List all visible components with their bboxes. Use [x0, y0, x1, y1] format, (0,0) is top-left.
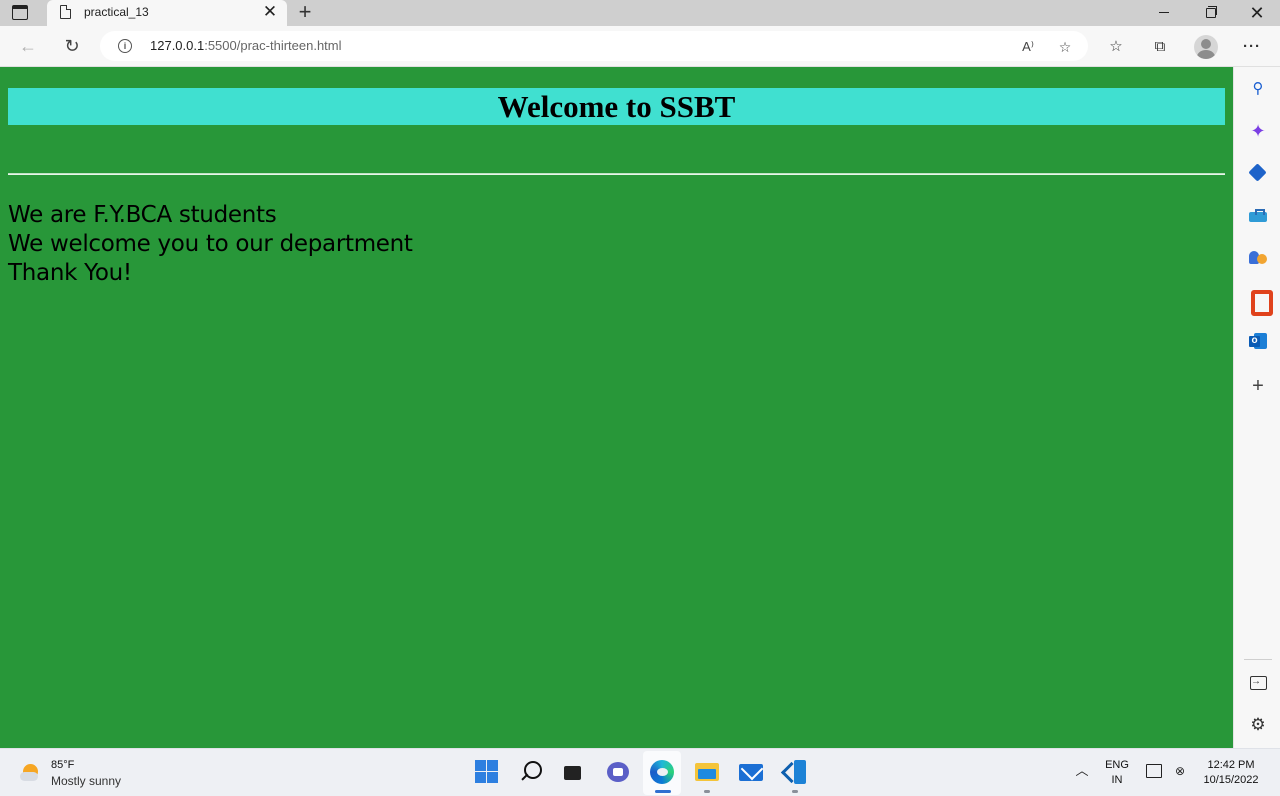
file-explorer-icon[interactable]	[694, 759, 720, 785]
add-icon[interactable]: +	[1248, 376, 1268, 396]
url-host: 127.0.0.1	[150, 38, 205, 53]
sidebar-divider	[1244, 659, 1272, 660]
add-favorite-icon[interactable]: ☆	[1055, 37, 1075, 57]
window-close-button[interactable]: ✕	[1234, 0, 1280, 26]
tab-close-button[interactable]: ✕	[261, 2, 279, 22]
url-path: :5500/prac-thirteen.html	[204, 38, 342, 53]
shopping-tag-icon[interactable]	[1248, 163, 1268, 183]
refresh-icon[interactable]: ↻	[60, 34, 84, 58]
info-icon[interactable]: i	[118, 39, 132, 53]
browser-toolbar: ← ↻ i 127.0.0.1:5500/prac-thirteen.html …	[0, 26, 1280, 67]
url-text[interactable]: 127.0.0.1:5500/prac-thirteen.html	[150, 38, 342, 53]
clock[interactable]: 12:42 PM 10/15/2022	[1196, 758, 1266, 788]
page-heading: Welcome to SSBT	[497, 89, 736, 124]
text-line: We welcome you to our department	[8, 231, 413, 257]
weather-description[interactable]: Mostly sunny	[51, 774, 121, 788]
region-code: IN	[1111, 774, 1123, 786]
vscode-icon[interactable]	[782, 759, 808, 785]
running-indicator	[655, 790, 671, 793]
tab-actions-icon[interactable]	[12, 5, 28, 20]
outlook-icon[interactable]	[1248, 331, 1268, 351]
body-text: We are F.Y.BCA students We welcome you t…	[8, 201, 413, 288]
back-arrow-icon[interactable]: ←	[16, 34, 40, 58]
browser-tab-bar: practical_13 ✕ + ✕	[0, 0, 1280, 26]
favorites-icon[interactable]: ☆	[1105, 36, 1127, 58]
collections-icon[interactable]: ⧉	[1149, 36, 1171, 58]
read-aloud-icon[interactable]: A⁾	[1018, 37, 1038, 57]
language-indicator[interactable]: ENG IN	[1104, 758, 1130, 788]
chevron-up-icon[interactable]: ︿	[1074, 763, 1090, 779]
hide-sidebar-icon[interactable]	[1248, 672, 1268, 693]
task-view-icon[interactable]	[561, 759, 587, 785]
office-icon[interactable]	[1248, 289, 1273, 316]
tab-title: practical_13	[84, 5, 149, 19]
volume-muted-icon[interactable]: ⊗	[1172, 763, 1188, 779]
settings-gear-icon[interactable]: ⚙	[1248, 715, 1268, 735]
text-line: We are F.Y.BCA students	[8, 202, 277, 228]
mail-icon[interactable]	[738, 759, 764, 785]
network-icon[interactable]	[1146, 764, 1162, 778]
tools-icon[interactable]	[1248, 206, 1268, 226]
search-icon[interactable]: ⚲	[1248, 79, 1268, 99]
language-code: ENG	[1105, 759, 1129, 771]
minimize-button[interactable]	[1141, 0, 1187, 26]
page-content: Welcome to SSBT We are F.Y.BCA students …	[0, 67, 1233, 748]
clock-time: 12:42 PM	[1207, 759, 1255, 771]
games-icon[interactable]	[1248, 247, 1268, 267]
text-line: Thank You!	[8, 260, 132, 286]
clock-date: 10/15/2022	[1203, 774, 1259, 786]
more-options-icon[interactable]: ···	[1241, 36, 1263, 58]
copilot-sparkle-icon[interactable]: ✦	[1248, 121, 1268, 141]
address-bar[interactable]: i 127.0.0.1:5500/prac-thirteen.html A⁾ ☆	[100, 31, 1088, 61]
tab-practical-13[interactable]: practical_13 ✕	[47, 0, 287, 26]
weather-temperature[interactable]: 85°F	[51, 759, 74, 771]
running-indicator	[792, 790, 798, 793]
horizontal-rule	[8, 173, 1225, 175]
edge-sidebar: ⚲ ✦ + ⚙	[1233, 67, 1280, 748]
restore-button[interactable]	[1187, 0, 1233, 26]
taskbar: 85°F Mostly sunny ︿ ENG IN ⊗ 12:42 PM 10…	[0, 748, 1280, 796]
chat-icon[interactable]	[605, 759, 631, 785]
running-indicator	[704, 790, 710, 793]
weather-sun-icon[interactable]	[20, 762, 42, 784]
heading-banner: Welcome to SSBT	[8, 88, 1225, 125]
document-icon	[60, 5, 71, 19]
profile-avatar[interactable]	[1194, 35, 1218, 59]
new-tab-button[interactable]: +	[295, 0, 315, 24]
edge-browser-icon[interactable]	[649, 759, 675, 785]
start-windows-icon[interactable]	[474, 759, 500, 785]
search-icon[interactable]	[518, 759, 544, 785]
